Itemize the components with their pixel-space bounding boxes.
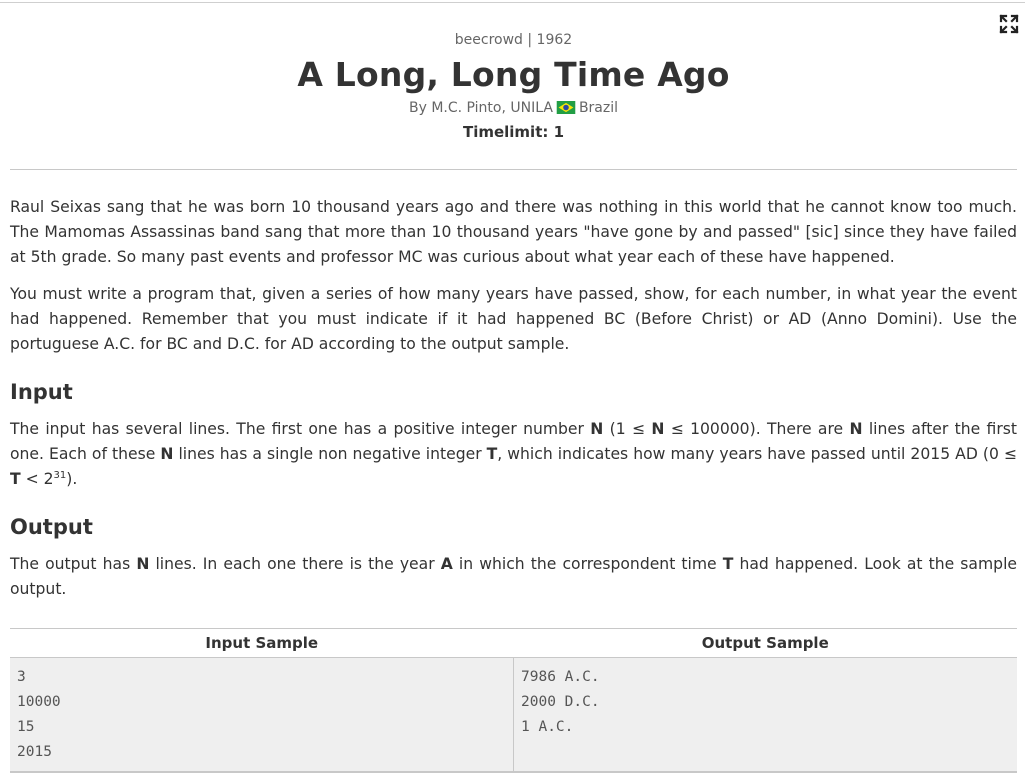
top-border xyxy=(0,2,1025,3)
brazil-flag-icon xyxy=(556,101,576,114)
samples-header-row: Input Sample Output Sample xyxy=(10,629,1017,658)
problem-statement: Raul Seixas sang that he was born 10 tho… xyxy=(10,195,1017,614)
header-divider xyxy=(10,169,1017,170)
output-heading: Output xyxy=(10,515,93,539)
input-sample-cell[interactable]: 3 10000 15 2015 xyxy=(10,658,513,771)
problem-header: beecrowd | 1962 A Long, Long Time Ago By… xyxy=(10,30,1017,143)
input-sample-line: 10000 xyxy=(17,694,61,710)
output-description: The output has N lines. In each one ther… xyxy=(10,555,1017,598)
output-sample-header: Output Sample xyxy=(701,634,829,652)
time-limit: Timelimit: 1 xyxy=(462,123,565,141)
output-sample-cell[interactable]: 7986 A.C. 2000 D.C. 1 A.C. xyxy=(513,658,1017,771)
output-sample-line: 1 A.C. xyxy=(521,719,574,735)
input-sample-line: 15 xyxy=(17,719,35,735)
author-country: Brazil xyxy=(578,100,619,116)
author-name: By M.C. Pinto, UNILA xyxy=(408,100,553,116)
samples-table: Input Sample Output Sample 3 10000 15 20… xyxy=(10,628,1017,773)
statement-paragraph-1: Raul Seixas sang that he was born 10 tho… xyxy=(10,198,1017,266)
input-description: The input has several lines. The first o… xyxy=(10,420,1017,488)
statement-paragraph-2: You must write a program that, given a s… xyxy=(10,285,1017,353)
output-sample-line: 2000 D.C. xyxy=(521,694,600,710)
input-sample-line: 3 xyxy=(17,669,26,685)
problem-title: A Long, Long Time Ago xyxy=(297,55,730,94)
input-sample-header: Input Sample xyxy=(205,634,319,652)
output-sample-line: 7986 A.C. xyxy=(521,669,600,685)
input-heading: Input xyxy=(10,380,73,404)
samples-body-row: 3 10000 15 2015 7986 A.C. 2000 D.C. 1 A.… xyxy=(10,658,1017,771)
problem-author: By M.C. Pinto, UNILA Brazil xyxy=(10,98,1017,118)
input-sample-line: 2015 xyxy=(17,744,52,760)
problem-source: beecrowd | 1962 xyxy=(454,32,573,48)
